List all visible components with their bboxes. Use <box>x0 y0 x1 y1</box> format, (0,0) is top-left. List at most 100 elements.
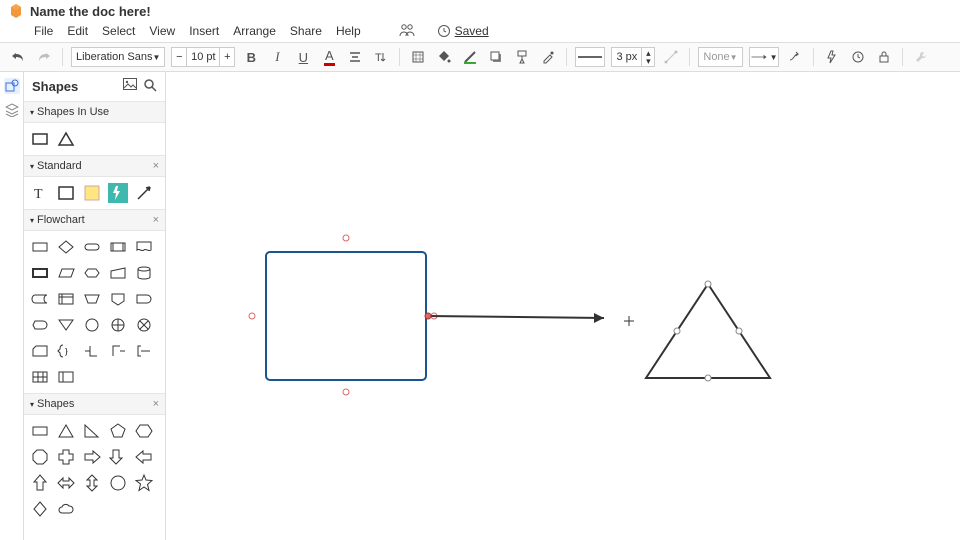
fc-stored-data[interactable] <box>30 289 50 309</box>
font-size-decrease[interactable]: − <box>172 51 186 63</box>
drawing-canvas[interactable] <box>166 72 960 540</box>
italic-button[interactable]: I <box>267 47 287 67</box>
sh-circle[interactable] <box>108 473 128 493</box>
selection-handle[interactable] <box>249 313 255 319</box>
document-title[interactable]: Name the doc here! <box>30 4 151 19</box>
sh-arrow-up[interactable] <box>30 473 50 493</box>
font-size-value[interactable]: 10 pt <box>186 48 220 66</box>
saved-indicator[interactable]: Saved <box>437 24 489 38</box>
fc-data[interactable] <box>56 263 76 283</box>
selection-handle[interactable] <box>343 389 349 395</box>
shape-note[interactable] <box>82 183 102 203</box>
font-size-stepper[interactable]: − 10 pt + <box>171 47 235 67</box>
shape-fill-button[interactable] <box>408 47 428 67</box>
shape-anchor[interactable] <box>674 328 680 334</box>
fc-terminator[interactable] <box>82 237 102 257</box>
shape-line-arrow[interactable] <box>134 183 154 203</box>
fc-offpage[interactable] <box>108 289 128 309</box>
sh-star[interactable] <box>134 473 154 493</box>
sh-pentagon[interactable] <box>108 421 128 441</box>
fc-swimlane[interactable] <box>56 367 76 387</box>
sidebar-image-icon[interactable] <box>123 78 137 95</box>
sh-cross[interactable] <box>56 447 76 467</box>
shape-anchor[interactable] <box>705 281 711 287</box>
fc-hexagon[interactable] <box>82 263 102 283</box>
shape-text[interactable]: T <box>30 183 50 203</box>
canvas-triangle[interactable] <box>646 284 770 378</box>
line-width-decrease[interactable]: ▾ <box>642 57 654 65</box>
fc-connector[interactable] <box>82 315 102 335</box>
section-flowchart[interactable]: ▾Flowchart × <box>24 209 165 231</box>
fc-delay[interactable] <box>134 289 154 309</box>
fc-or[interactable] <box>134 315 154 335</box>
rail-layers-button[interactable] <box>4 102 20 118</box>
menu-view[interactable]: View <box>149 24 175 38</box>
selection-handle[interactable] <box>343 235 349 241</box>
shape-anchor[interactable] <box>705 375 711 381</box>
shape-rect-outline[interactable] <box>56 183 76 203</box>
menu-file[interactable]: File <box>34 24 53 38</box>
line-endpoints-button[interactable] <box>661 47 681 67</box>
shape-block[interactable] <box>108 183 128 203</box>
connector-type-button[interactable] <box>785 47 805 67</box>
sh-arrow-updown[interactable] <box>82 473 102 493</box>
fc-document[interactable] <box>134 237 154 257</box>
section-close-icon[interactable]: × <box>153 214 159 226</box>
canvas-rectangle[interactable] <box>266 252 426 380</box>
sh-arrow-down-turn[interactable] <box>108 447 128 467</box>
fill-color-button[interactable] <box>434 47 454 67</box>
sh-octagon[interactable] <box>30 447 50 467</box>
action-button-1[interactable] <box>822 47 842 67</box>
shadow-button[interactable] <box>486 47 506 67</box>
fc-annotation[interactable] <box>134 341 154 361</box>
lock-button[interactable] <box>874 47 894 67</box>
font-family-select[interactable]: Liberation Sans ▼ <box>71 47 165 67</box>
end-marker-select[interactable]: ▼ <box>749 47 779 67</box>
sh-diamond[interactable] <box>30 499 50 519</box>
font-size-increase[interactable]: + <box>220 51 234 63</box>
section-close-icon[interactable]: × <box>153 398 159 410</box>
shape-rectangle[interactable] <box>30 129 50 149</box>
menu-arrange[interactable]: Arrange <box>233 24 276 38</box>
line-style-select[interactable] <box>575 47 605 67</box>
redo-button[interactable] <box>34 47 54 67</box>
menu-share[interactable]: Share <box>290 24 322 38</box>
fc-decision[interactable] <box>56 237 76 257</box>
fc-merge[interactable] <box>56 315 76 335</box>
fc-predefined[interactable] <box>108 237 128 257</box>
underline-button[interactable]: U <box>293 47 313 67</box>
fc-display[interactable] <box>30 315 50 335</box>
shape-anchor[interactable] <box>736 328 742 334</box>
line-width-value[interactable]: 3 px <box>612 48 642 66</box>
sh-right-triangle[interactable] <box>82 421 102 441</box>
line-width-stepper[interactable]: 3 px ▴ ▾ <box>611 47 655 67</box>
fc-card[interactable] <box>30 341 50 361</box>
sh-rect[interactable] <box>30 421 50 441</box>
undo-button[interactable] <box>8 47 28 67</box>
bold-button[interactable]: B <box>241 47 261 67</box>
fc-brace[interactable]: } <box>56 341 76 361</box>
shape-triangle[interactable] <box>56 129 76 149</box>
menu-insert[interactable]: Insert <box>189 24 219 38</box>
sh-cloud[interactable] <box>56 499 76 519</box>
fc-database[interactable] <box>134 263 154 283</box>
fc-manual-op[interactable] <box>82 289 102 309</box>
font-color-button[interactable]: A <box>319 47 339 67</box>
fc-table[interactable] <box>30 367 50 387</box>
fc-summing[interactable] <box>108 315 128 335</box>
wrench-button[interactable] <box>911 47 931 67</box>
eyedropper-button[interactable] <box>538 47 558 67</box>
menu-help[interactable]: Help <box>336 24 361 38</box>
sh-triangle[interactable] <box>56 421 76 441</box>
sh-hexagon[interactable] <box>134 421 154 441</box>
collab-icon[interactable] <box>399 23 415 40</box>
fc-internal-storage[interactable] <box>56 289 76 309</box>
fc-manual-input[interactable] <box>108 263 128 283</box>
line-color-button[interactable] <box>460 47 480 67</box>
sh-arrow-leftright[interactable] <box>56 473 76 493</box>
section-standard[interactable]: ▾Standard × <box>24 155 165 177</box>
sh-arrow-right[interactable] <box>82 447 102 467</box>
menu-edit[interactable]: Edit <box>67 24 88 38</box>
sh-arrow-left[interactable] <box>134 447 154 467</box>
format-paint-button[interactable] <box>512 47 532 67</box>
